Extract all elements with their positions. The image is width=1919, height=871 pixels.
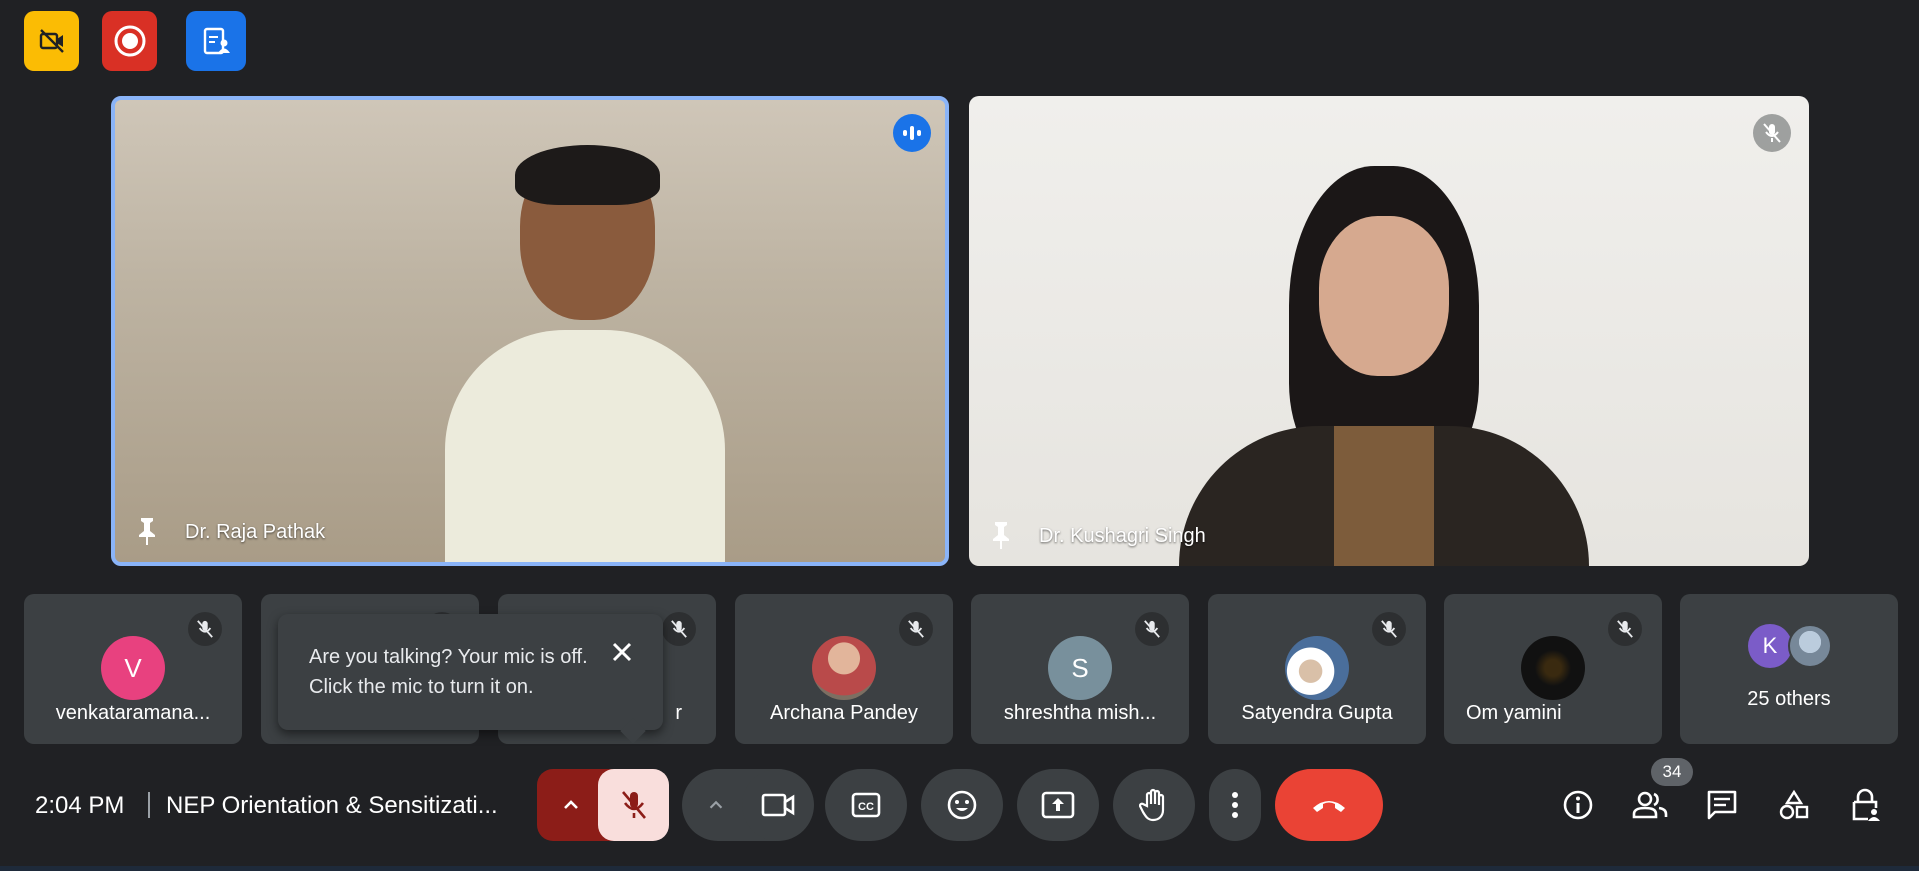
participant-name: shreshtha mish... xyxy=(1003,702,1157,724)
chat-button[interactable] xyxy=(1697,780,1747,830)
cameras-off-button[interactable] xyxy=(24,11,79,71)
meeting-details-button[interactable] xyxy=(1553,780,1603,830)
captions-button[interactable]: CC xyxy=(825,769,907,841)
participant-name: venkataramana... xyxy=(55,702,211,724)
divider xyxy=(148,792,150,818)
others-tile[interactable]: K 25 others xyxy=(1680,594,1898,744)
avatar xyxy=(1521,636,1585,700)
muted-indicator xyxy=(1753,114,1791,152)
avatar-letter: S xyxy=(1071,652,1089,683)
video-camera-icon xyxy=(761,792,795,818)
others-label: 25 others xyxy=(1747,688,1831,710)
avatar: K xyxy=(1748,624,1792,668)
participant-tile-main-2[interactable]: Dr. Kushagri Singh xyxy=(969,96,1809,566)
reactions-button[interactable] xyxy=(921,769,1003,841)
host-controls-button[interactable] xyxy=(1841,780,1891,830)
speaking-indicator xyxy=(893,114,931,152)
participant-tile[interactable]: S shreshtha mish... xyxy=(971,594,1189,744)
participant-tile[interactable]: V venkataramana... xyxy=(24,594,242,744)
people-icon xyxy=(1632,790,1668,820)
participant-name: Dr. Kushagri Singh xyxy=(1039,525,1206,547)
participant-name: Dr. Raja Pathak xyxy=(185,521,326,543)
participant-name: Om yamini xyxy=(1466,702,1562,724)
shapes-icon xyxy=(1778,789,1810,821)
pin-icon[interactable] xyxy=(989,520,1013,550)
record-icon xyxy=(113,24,147,58)
avatar xyxy=(812,636,876,700)
end-call-icon xyxy=(1309,795,1349,815)
tooltip-text: Are you talking? Your mic is off. Click … xyxy=(309,646,588,698)
participant-name: Archana Pandey xyxy=(770,702,918,724)
audio-wave-icon xyxy=(901,125,923,141)
avatar: V xyxy=(101,636,165,700)
chevron-up-icon xyxy=(560,794,582,816)
pin-icon[interactable] xyxy=(135,516,159,546)
mic-toggle-button[interactable] xyxy=(598,769,669,841)
chevron-up-icon xyxy=(706,795,726,815)
mic-off-icon xyxy=(1608,612,1642,646)
meeting-time: 2:04 PM xyxy=(35,792,125,819)
camera-toggle-button[interactable] xyxy=(742,769,814,841)
mic-off-icon xyxy=(899,612,933,646)
participant-name: Satyendra Gupta xyxy=(1241,702,1393,724)
close-button[interactable] xyxy=(604,634,640,670)
clipboard-person-icon xyxy=(201,25,231,57)
participant-tile[interactable]: Archana Pandey xyxy=(735,594,953,744)
emoji-icon xyxy=(946,789,978,821)
present-icon xyxy=(1041,791,1075,819)
avatar-letter: V xyxy=(124,652,142,683)
lock-person-icon xyxy=(1850,788,1882,822)
svg-text:CC: CC xyxy=(858,801,874,813)
video-off-icon xyxy=(37,26,67,56)
recording-button[interactable] xyxy=(102,11,157,71)
mic-off-icon xyxy=(1762,122,1782,144)
participant-tile[interactable]: Om yamini xyxy=(1444,594,1662,744)
mic-off-tooltip: Are you talking? Your mic is off. Click … xyxy=(278,614,663,744)
raise-hand-button[interactable] xyxy=(1113,769,1195,841)
avatar xyxy=(1788,624,1832,668)
mic-off-icon xyxy=(662,612,696,646)
activities-button[interactable] xyxy=(1769,780,1819,830)
attendance-button[interactable] xyxy=(186,11,246,71)
closed-captions-icon: CC xyxy=(851,792,881,818)
avatar-letter: K xyxy=(1762,633,1778,658)
mic-off-icon xyxy=(619,789,649,821)
chat-icon xyxy=(1706,789,1738,821)
avatar: S xyxy=(1048,636,1112,700)
leave-call-button[interactable] xyxy=(1275,769,1383,841)
people-count-badge: 34 xyxy=(1651,758,1693,786)
participant-tile-main-1[interactable]: Dr. Raja Pathak xyxy=(111,96,949,566)
hand-icon xyxy=(1139,788,1169,822)
participant-tile[interactable]: Satyendra Gupta xyxy=(1208,594,1426,744)
more-vert-icon xyxy=(1231,791,1239,819)
participant-video xyxy=(1139,156,1619,566)
present-screen-button[interactable] xyxy=(1017,769,1099,841)
people-count: 34 xyxy=(1662,762,1682,781)
more-options-button[interactable] xyxy=(1209,769,1261,841)
close-icon xyxy=(610,640,634,664)
meeting-title[interactable]: NEP Orientation & Sensitizati... xyxy=(166,792,498,820)
mic-off-icon xyxy=(1372,612,1406,646)
mic-off-icon xyxy=(1135,612,1169,646)
avatar xyxy=(1285,636,1349,700)
people-button[interactable] xyxy=(1625,780,1675,830)
bottom-edge xyxy=(0,866,1919,871)
mic-off-icon xyxy=(188,612,222,646)
info-icon xyxy=(1562,789,1594,821)
participant-video xyxy=(415,145,725,562)
